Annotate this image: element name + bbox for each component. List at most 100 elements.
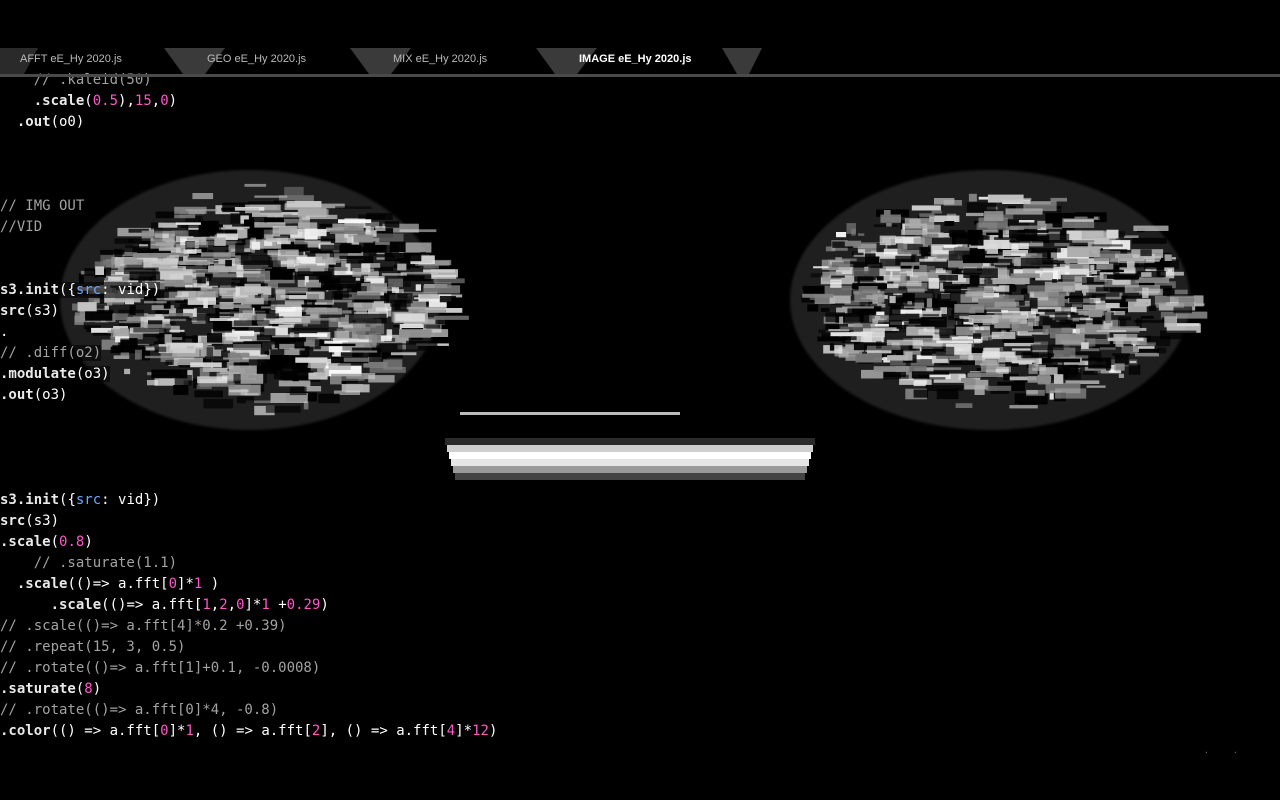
code-line[interactable]: // .saturate(1.1) xyxy=(0,553,1280,574)
code-line[interactable]: .modulate(o3) xyxy=(0,364,1280,385)
code-token-plain: : vid}) xyxy=(101,282,161,298)
hydra-editor-window: AFFT eE_Hy 2020.js GEO eE_Hy 2020.js MIX… xyxy=(0,0,1280,800)
code-token-method: .scale xyxy=(16,576,68,592)
code-line[interactable]: .out(o0) xyxy=(0,112,1280,133)
code-token-plain: (o3) xyxy=(75,366,110,382)
code-line[interactable]: s3.init({src: vid}) xyxy=(0,490,1280,511)
code-token-plain: ) xyxy=(202,576,220,592)
code-token-key: src xyxy=(75,282,102,298)
tab-afft[interactable]: AFFT eE_Hy 2020.js xyxy=(20,53,122,65)
code-token-num: 8 xyxy=(84,681,93,697)
code-line[interactable]: .color(() => a.fft[0]*1, () => a.fft[2],… xyxy=(0,721,1280,741)
code-line[interactable] xyxy=(0,154,1280,175)
code-token-comment: // .repeat(15, 3, 0.5) xyxy=(0,639,186,655)
code-token-plain: ) xyxy=(84,534,93,550)
code-line[interactable]: . xyxy=(0,322,1280,343)
code-token-num: 1 xyxy=(185,723,194,739)
code-token-plain: (o0) xyxy=(50,114,85,130)
code-token-method: .modulate xyxy=(0,366,76,382)
code-line[interactable]: src(s3) xyxy=(0,511,1280,532)
code-line[interactable] xyxy=(0,259,1280,280)
code-token-method: .scale xyxy=(50,597,102,613)
code-token-plain: ), xyxy=(118,93,135,109)
code-token-plain: (()=> a.fft[ xyxy=(67,576,169,592)
code-line[interactable] xyxy=(0,406,1280,427)
code-line[interactable]: s3.init({src: vid}) xyxy=(0,280,1280,301)
code-token-plain: ) xyxy=(320,597,329,613)
code-line[interactable]: .scale(()=> a.fft[0]*1 ) xyxy=(0,574,1280,595)
code-token-plain xyxy=(0,93,34,109)
code-token-num: 0 xyxy=(160,93,169,109)
code-token-plain: ]* xyxy=(177,576,194,592)
code-token-method: s3.init xyxy=(0,492,60,508)
code-token-num: 0 xyxy=(236,597,245,613)
code-token-method: .saturate xyxy=(0,681,76,697)
code-token-plain: (s3) xyxy=(25,303,60,319)
code-token-method: .out xyxy=(16,114,51,130)
code-token-plain: ) xyxy=(92,681,102,697)
code-token-num: 0.5 xyxy=(92,93,119,109)
code-token-plain: ]* xyxy=(455,723,473,739)
code-line[interactable]: // .repeat(15, 3, 0.5) xyxy=(0,637,1280,658)
code-token-method: .out xyxy=(0,387,34,403)
code-token-method: .color xyxy=(0,723,51,739)
code-token-num: 1 xyxy=(202,597,211,613)
code-line[interactable]: .scale(0.8) xyxy=(0,532,1280,553)
code-token-plain: ]* xyxy=(168,723,186,739)
code-line[interactable]: .scale(0.5),15,0) xyxy=(0,91,1280,112)
code-token-comment: // .scale(()=> a.fft[4]*0.2 +0.39) xyxy=(0,618,287,634)
code-token-plain: (o3) xyxy=(33,387,68,403)
code-token-plain xyxy=(0,597,51,613)
code-token-comment: // .diff(o2) xyxy=(0,345,102,361)
code-line[interactable]: .out(o3) xyxy=(0,385,1280,406)
code-line[interactable] xyxy=(0,427,1280,448)
code-token-plain: , xyxy=(227,597,237,613)
tab-bar: AFFT eE_Hy 2020.js GEO eE_Hy 2020.js MIX… xyxy=(0,48,770,74)
code-token-comment: // .saturate(1.1) xyxy=(0,555,178,571)
code-token-plain: + xyxy=(269,597,287,613)
code-token-num: 12 xyxy=(472,723,489,739)
code-token-plain: , xyxy=(210,597,220,613)
code-line[interactable]: src(s3) xyxy=(0,301,1280,322)
code-editor[interactable]: // .kaleid(50) .scale(0.5),15,0) .out(o0… xyxy=(0,70,1280,741)
code-token-method: src xyxy=(0,303,26,319)
code-token-plain: ], () => a.fft[ xyxy=(320,723,447,739)
code-token-comment: //VID xyxy=(0,219,43,235)
code-token-num: 15 xyxy=(134,93,152,109)
code-line[interactable]: .scale(()=> a.fft[1,2,0]*1 +0.29) xyxy=(0,595,1280,616)
tab-shape-5 xyxy=(722,48,762,74)
code-token-plain: (()=> a.fft[ xyxy=(101,597,203,613)
code-token-num: 0.8 xyxy=(59,534,85,550)
code-line[interactable]: // .rotate(()=> a.fft[0]*4, -0.8) xyxy=(0,700,1280,721)
code-token-method: s3.init xyxy=(0,282,60,298)
tab-geo[interactable]: GEO eE_Hy 2020.js xyxy=(207,53,306,65)
code-line[interactable] xyxy=(0,175,1280,196)
tab-mix[interactable]: MIX eE_Hy 2020.js xyxy=(393,53,487,65)
code-line[interactable]: // IMG OUT xyxy=(0,196,1280,217)
code-token-plain: . xyxy=(0,324,9,340)
code-line[interactable] xyxy=(0,133,1280,154)
code-line[interactable] xyxy=(0,448,1280,469)
code-token-num: 1 xyxy=(261,597,270,613)
code-token-plain: (() => a.fft[ xyxy=(50,723,161,739)
code-token-plain: ]* xyxy=(244,597,262,613)
code-token-plain xyxy=(0,114,17,130)
code-token-method: .scale xyxy=(33,93,85,109)
code-line[interactable]: // .rotate(()=> a.fft[1]+0.1, -0.0008) xyxy=(0,658,1280,679)
code-token-comment: // IMG OUT xyxy=(0,198,85,214)
tab-bar-divider xyxy=(0,74,1280,77)
code-line[interactable] xyxy=(0,469,1280,490)
code-line[interactable] xyxy=(0,238,1280,259)
code-token-plain: , () => a.fft[ xyxy=(193,723,312,739)
code-line[interactable]: .saturate(8) xyxy=(0,679,1280,700)
tab-image[interactable]: IMAGE eE_Hy 2020.js xyxy=(579,53,692,65)
code-token-method: src xyxy=(0,513,26,529)
code-token-plain xyxy=(0,576,17,592)
code-line[interactable]: //VID xyxy=(0,217,1280,238)
code-line[interactable]: // .scale(()=> a.fft[4]*0.2 +0.39) xyxy=(0,616,1280,637)
code-token-num: 4 xyxy=(446,723,456,739)
code-token-key: src xyxy=(75,492,102,508)
code-line[interactable]: // .diff(o2) xyxy=(0,343,1280,364)
code-token-plain: (s3) xyxy=(25,513,60,529)
code-token-num: 0 xyxy=(168,576,178,592)
